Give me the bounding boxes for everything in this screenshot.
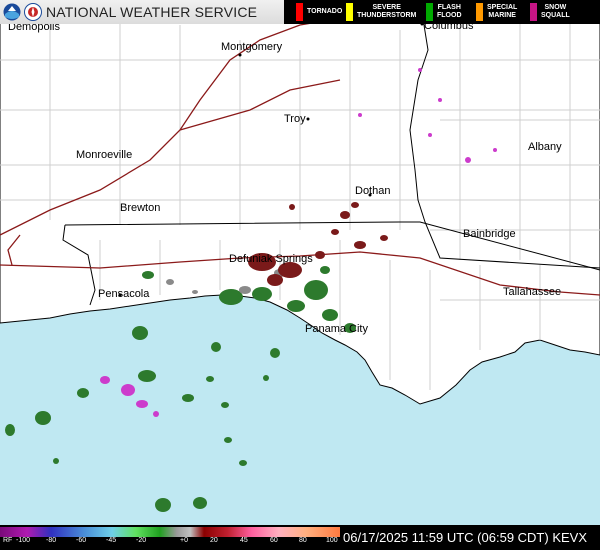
scale-label: 20	[210, 537, 218, 544]
city-panama-city: Panama City	[305, 323, 368, 335]
scale-label: 60	[270, 537, 278, 544]
city-troy: Troy	[284, 113, 306, 125]
legend-label: SEVERE THUNDERSTORM	[357, 4, 417, 19]
legend-label: SPECIAL MARINE	[487, 4, 518, 19]
city-pensacola: Pensacola	[98, 288, 150, 300]
legend-swatch	[426, 3, 433, 21]
agency-title: NATIONAL WEATHER SERVICE	[46, 4, 258, 20]
city-montgomery: Montgomery	[221, 41, 283, 53]
scale-label: -45	[106, 537, 117, 544]
header: NATIONAL WEATHER SERVICE TORNADO SEVERE T…	[0, 0, 600, 24]
scale-label: +0	[180, 537, 188, 544]
legend-swatch	[296, 3, 303, 21]
city-brewton: Brewton	[120, 202, 160, 214]
timestamp: 06/17/2025 11:59 UTC (06:59 CDT) KEVX	[343, 530, 587, 545]
scale-label: 45	[240, 537, 248, 544]
city-monroeville: Monroeville	[76, 149, 132, 161]
nws-banner: NATIONAL WEATHER SERVICE	[0, 0, 284, 24]
city-bainbridge: Bainbridge	[463, 228, 516, 240]
legend-swatch	[346, 3, 353, 21]
legend-special-marine: SPECIAL MARINE	[476, 0, 530, 24]
legend-swatch	[530, 3, 537, 21]
scale-label: RF	[3, 537, 13, 544]
warning-legend: TORNADO SEVERE THUNDERSTORM FLASH FLOOD SP…	[284, 0, 600, 24]
legend-label: SNOW SQUALL	[541, 4, 570, 19]
city-defuniak-springs: Defuniak Springs	[229, 253, 313, 265]
reflectivity-scale-labels: RF -100 -80 -60 -45 -20 +0 20 45 60 80 1…	[0, 537, 340, 549]
city-tallahassee: Tallahassee	[503, 286, 561, 298]
city-albany: Albany	[528, 141, 562, 153]
scale-label: 100	[326, 537, 338, 544]
scale-label: 80	[299, 537, 307, 544]
scale-label: -100	[16, 537, 31, 544]
scale-label: -60	[76, 537, 87, 544]
legend-label: FLASH FLOOD	[437, 4, 462, 19]
legend-snow-squall: SNOW SQUALL	[530, 0, 590, 24]
legend-flash-flood: FLASH FLOOD	[426, 0, 476, 24]
legend-label: TORNADO	[307, 8, 343, 15]
radar-map: Demopolis Montgomery Columbus Troy Monro…	[0, 0, 600, 525]
city-dothan: Dothan	[355, 185, 390, 197]
legend-tornado: TORNADO	[296, 0, 346, 24]
legend-severe-thunderstorm: SEVERE THUNDERSTORM	[346, 0, 426, 24]
scale-label: -20	[136, 537, 147, 544]
scale-label: -80	[46, 537, 57, 544]
noaa-logo-icon	[3, 3, 21, 21]
reflectivity-color-scale	[0, 527, 340, 537]
legend-swatch	[476, 3, 483, 21]
nws-logo-icon	[24, 3, 42, 21]
